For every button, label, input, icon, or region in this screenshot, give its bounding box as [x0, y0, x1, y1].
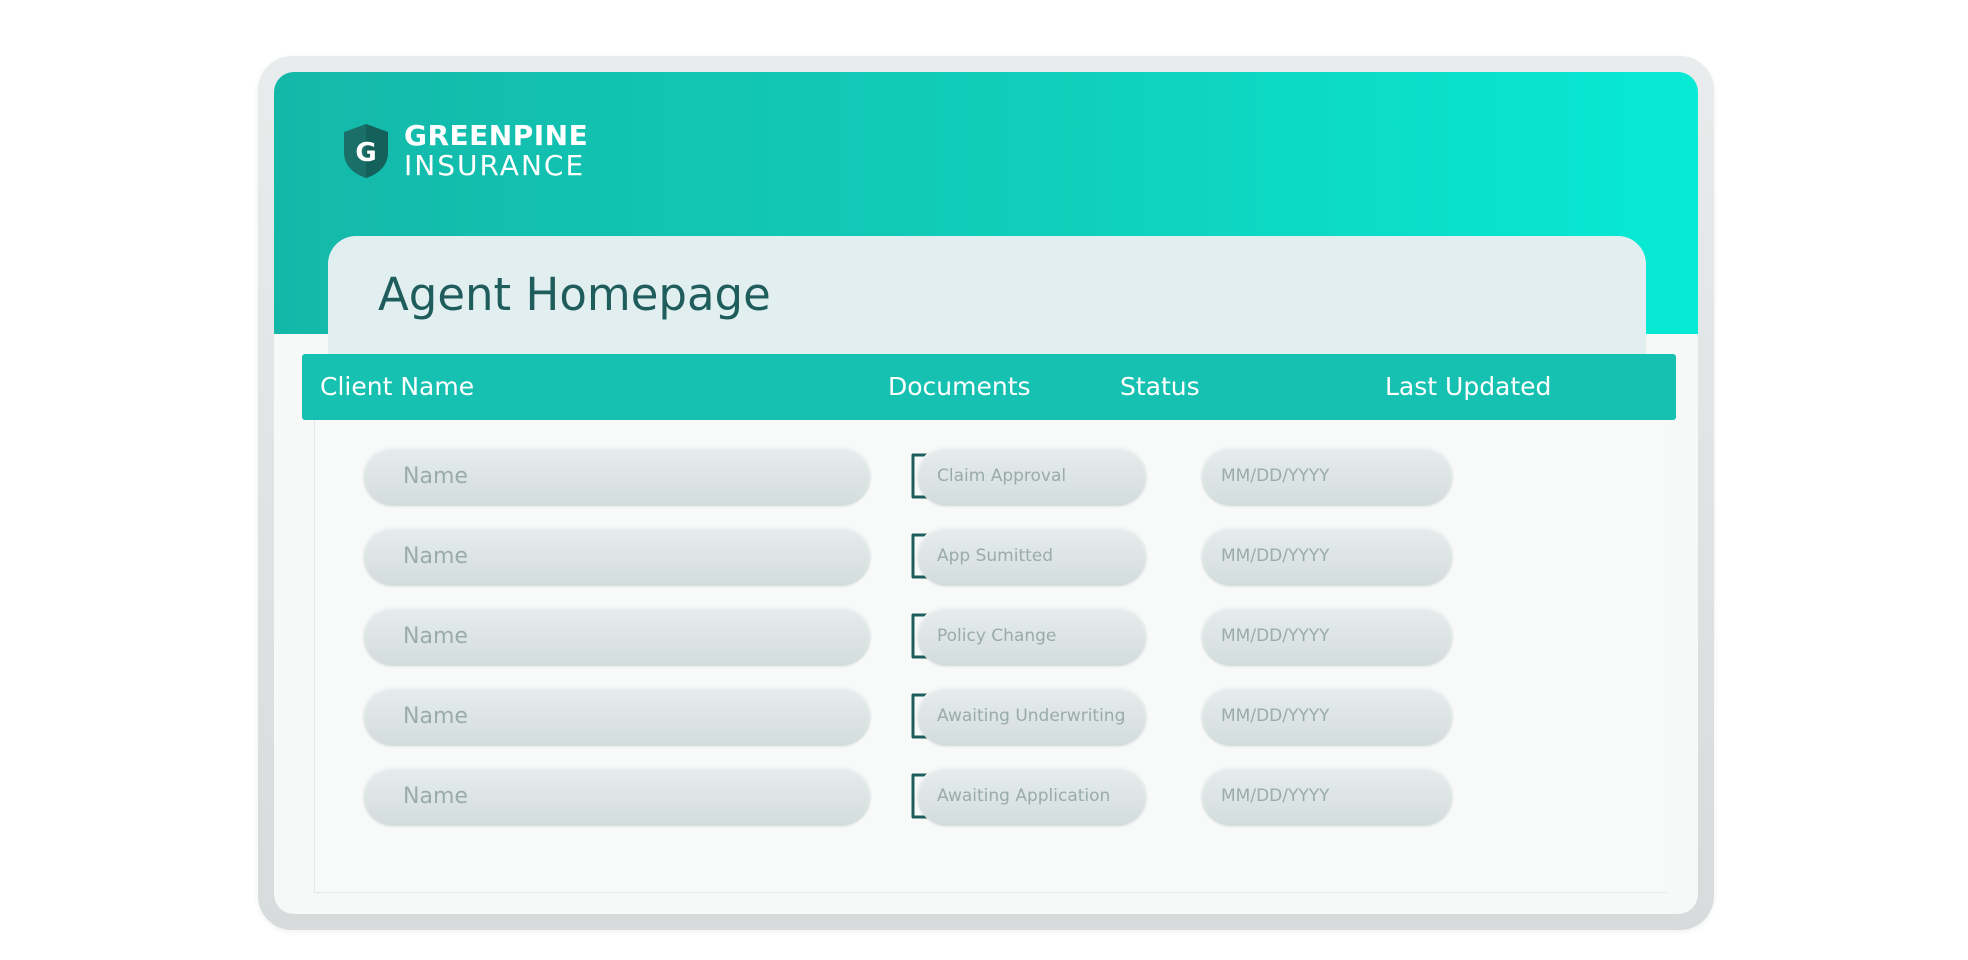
column-header-client-name[interactable]: Client Name — [320, 372, 474, 401]
brand-name-line1: GREENPINE — [404, 119, 589, 152]
table-body: Name Claim Approval MM/DD/YYYY Name App … — [314, 420, 1667, 893]
status-badge: Claim Approval — [917, 446, 1147, 506]
last-updated-field[interactable]: MM/DD/YYYY — [1201, 446, 1453, 506]
client-name-field[interactable]: Name — [363, 526, 871, 586]
device-frame: G GREENPINE INSURANCE Agent Homepage Cli… — [258, 56, 1714, 930]
table-header: Client Name Documents Status Last Update… — [302, 354, 1676, 420]
table-row: Name Awaiting Application MM/DD/YYYY — [315, 766, 1667, 828]
logo-letter: G — [355, 138, 376, 168]
table-row: Name Claim Approval MM/DD/YYYY — [315, 446, 1667, 508]
last-updated-field[interactable]: MM/DD/YYYY — [1201, 526, 1453, 586]
column-header-last-updated[interactable]: Last Updated — [1385, 372, 1551, 401]
last-updated-field[interactable]: MM/DD/YYYY — [1201, 766, 1453, 826]
column-header-status[interactable]: Status — [1120, 372, 1200, 401]
last-updated-field[interactable]: MM/DD/YYYY — [1201, 606, 1453, 666]
client-name-field[interactable]: Name — [363, 446, 871, 506]
table-row: Name Awaiting Underwriting MM/DD/YYYY — [315, 686, 1667, 748]
status-badge: Policy Change — [917, 606, 1147, 666]
brand-logo: G GREENPINE INSURANCE — [340, 122, 588, 180]
client-name-field[interactable]: Name — [363, 686, 871, 746]
last-updated-field[interactable]: MM/DD/YYYY — [1201, 686, 1453, 746]
status-badge: Awaiting Application — [917, 766, 1147, 826]
table-row: Name App Sumitted MM/DD/YYYY — [315, 526, 1667, 588]
page-title: Agent Homepage — [378, 268, 771, 321]
status-badge: Awaiting Underwriting — [917, 686, 1147, 746]
brand-wordmark: GREENPINE INSURANCE — [404, 122, 588, 180]
shield-logo-icon: G — [344, 124, 388, 178]
brand-name-line2: INSURANCE — [404, 149, 586, 182]
table-row: Name Policy Change MM/DD/YYYY — [315, 606, 1667, 668]
client-name-field[interactable]: Name — [363, 766, 871, 826]
column-header-documents[interactable]: Documents — [888, 372, 1031, 401]
client-name-field[interactable]: Name — [363, 606, 871, 666]
app-screen: G GREENPINE INSURANCE Agent Homepage Cli… — [274, 72, 1698, 914]
status-badge: App Sumitted — [917, 526, 1147, 586]
